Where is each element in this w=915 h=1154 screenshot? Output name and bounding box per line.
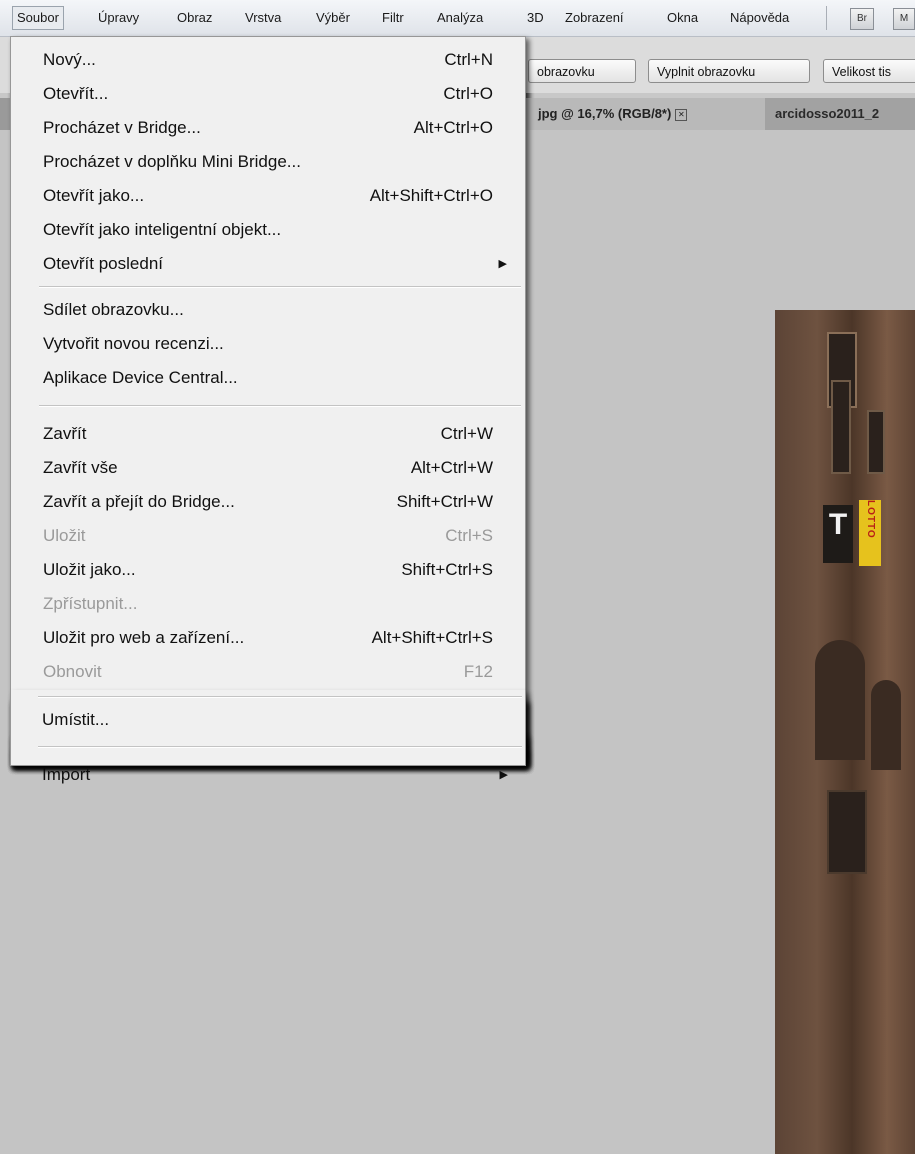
photo-doorway [827, 790, 867, 874]
menu-zobrazeni[interactable]: Zobrazení [565, 0, 624, 36]
menu-3d[interactable]: 3D [527, 0, 544, 36]
photo-shutter [831, 380, 851, 474]
close-icon[interactable]: ✕ [675, 108, 688, 121]
menu-item-umistit[interactable]: Umístit... [10, 703, 526, 737]
tobacco-sign: T [823, 505, 853, 563]
menubar-divider [826, 6, 827, 30]
fill-screen-button[interactable]: Vyplnit obrazovku [648, 59, 810, 83]
menu-separator [38, 696, 522, 698]
print-size-button[interactable]: Velikost tis [823, 59, 915, 83]
menu-okna[interactable]: Okna [667, 0, 698, 36]
photo-arch [815, 640, 865, 760]
file-menu-lower-entries: Umístit... [10, 0, 526, 1154]
lotto-sign: LOTTO [859, 500, 881, 566]
menu-napoveda[interactable]: Nápověda [730, 0, 789, 36]
tab-active-document[interactable]: jpg @ 16,7% (RGB/8*) ✕ [520, 98, 765, 130]
tab-other-document[interactable]: arcidosso2011_2 [765, 98, 915, 130]
mini-bridge-button[interactable]: M [893, 8, 915, 30]
photo-arch [871, 680, 901, 770]
menu-separator [38, 746, 522, 748]
bridge-button[interactable]: Br [850, 8, 874, 30]
lotto-text: LOTTO [865, 500, 876, 539]
photo-window [867, 410, 885, 474]
actual-screen-button[interactable]: obrazovku [528, 59, 636, 83]
tab-title: jpg @ 16,7% (RGB/8*) [538, 106, 672, 121]
document-image: T LOTTO [775, 310, 915, 1154]
